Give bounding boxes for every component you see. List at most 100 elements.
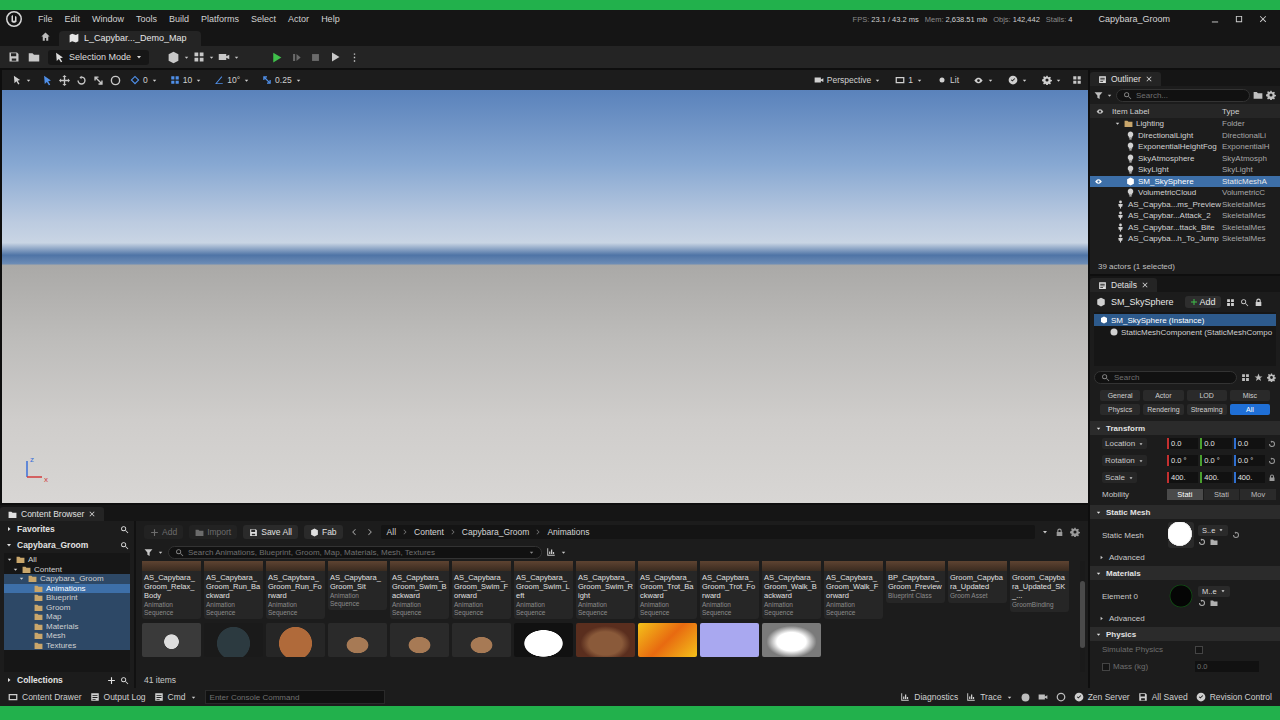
move-icon[interactable] bbox=[59, 75, 70, 86]
caret-icon[interactable] bbox=[560, 549, 567, 556]
menu-item[interactable]: Actor bbox=[282, 14, 315, 24]
forward-icon[interactable] bbox=[365, 527, 375, 537]
add-component-button[interactable]: Add bbox=[1185, 296, 1221, 308]
filter-icon[interactable] bbox=[144, 548, 153, 557]
material-thumbnail[interactable] bbox=[1168, 583, 1194, 609]
breadcrumb[interactable]: Capybara_Groom bbox=[462, 527, 530, 537]
asset-tile[interactable]: AS_Capybara_Groom_Run_ForwardAnimation S… bbox=[266, 561, 325, 619]
asset-thumbnail[interactable] bbox=[328, 623, 387, 657]
tree-item[interactable]: Textures bbox=[4, 641, 130, 651]
asset-thumbnail[interactable] bbox=[142, 623, 201, 657]
menu-item[interactable]: Build bbox=[163, 14, 195, 24]
advanced-toggle[interactable]: Advanced bbox=[1090, 612, 1280, 625]
transform-label[interactable]: Rotation bbox=[1102, 455, 1147, 466]
menu-item[interactable]: File bbox=[32, 14, 59, 24]
column-header[interactable]: Item Label bbox=[1106, 107, 1222, 116]
asset-thumbnail[interactable] bbox=[700, 623, 759, 657]
snap-button[interactable]: 10 bbox=[167, 74, 205, 86]
transform-label[interactable]: Location bbox=[1102, 438, 1147, 449]
asset-tile[interactable]: AS_Capybara_Groom_Relax_BodyAnimation Se… bbox=[142, 561, 201, 619]
more-icon[interactable] bbox=[349, 52, 360, 63]
viewport-scene[interactable]: zx bbox=[2, 90, 1088, 503]
add-actor-icon[interactable] bbox=[167, 51, 180, 64]
asset-tile[interactable]: Groom_Capybara_Updated_SK_...GroomBindin… bbox=[1010, 561, 1069, 612]
asset-thumbnail[interactable] bbox=[762, 623, 821, 657]
tree-item[interactable]: Capybara_Groom bbox=[4, 574, 130, 584]
transform-label[interactable]: Scale bbox=[1102, 472, 1137, 483]
menu-item[interactable]: Select bbox=[245, 14, 282, 24]
asset-thumbnail[interactable] bbox=[204, 623, 263, 657]
cinematics-icon[interactable] bbox=[218, 51, 230, 63]
lock-icon[interactable] bbox=[1268, 457, 1276, 465]
revision-control-button[interactable]: Revision Control bbox=[1196, 692, 1272, 702]
asset-tile[interactable]: AS_Capybara_Groom_Swim_ForwardAnimation … bbox=[452, 561, 511, 619]
project-header[interactable]: Capybara_Groom bbox=[0, 537, 134, 553]
category-button[interactable]: LOD bbox=[1187, 390, 1227, 401]
number-field[interactable]: 0.0 ° bbox=[1234, 455, 1265, 466]
number-field[interactable]: 400. bbox=[1200, 472, 1231, 483]
tree-item[interactable]: Content bbox=[4, 565, 130, 575]
caret-icon[interactable] bbox=[157, 549, 164, 556]
view-mode-button[interactable]: Lit bbox=[933, 74, 963, 86]
section-header[interactable]: Transform bbox=[1090, 421, 1280, 435]
browse-icon[interactable] bbox=[28, 51, 40, 63]
mobility-option[interactable]: Stati bbox=[1167, 489, 1203, 500]
reset-icon[interactable] bbox=[1232, 531, 1240, 539]
sort-icon[interactable] bbox=[546, 547, 556, 557]
expand-icon[interactable] bbox=[1114, 120, 1121, 127]
asset-tile[interactable]: AS_Capybara_Groom_Walk_BackwardAnimation… bbox=[762, 561, 821, 619]
outliner-row[interactable]: AS_Capybar...Attack_2SkeletalMes bbox=[1090, 210, 1280, 222]
outliner-row[interactable]: SkyAtmosphereSkyAtmosph bbox=[1090, 153, 1280, 165]
camera-speed-button[interactable]: 1 bbox=[891, 74, 927, 86]
diagnostics-button[interactable]: Diagnostics bbox=[900, 692, 958, 702]
category-button[interactable]: Physics bbox=[1100, 404, 1140, 415]
asset-tile[interactable]: AS_Capybara_Groom_Swim_LeftAnimation Seq… bbox=[514, 561, 573, 619]
browse-icon[interactable] bbox=[1210, 538, 1218, 546]
number-field[interactable]: 0.0 bbox=[1234, 438, 1265, 449]
scrollbar[interactable] bbox=[1080, 561, 1085, 672]
lock-icon[interactable] bbox=[1254, 298, 1263, 307]
unreal-logo-icon[interactable] bbox=[6, 11, 22, 27]
tree-item[interactable]: Materials bbox=[4, 622, 130, 632]
outliner-search[interactable]: Search... bbox=[1116, 89, 1250, 102]
breadcrumb[interactable]: Animations bbox=[547, 527, 589, 537]
toolbar-button[interactable]: Fab bbox=[304, 525, 343, 539]
mode-button[interactable]: Selection Mode bbox=[48, 50, 149, 65]
number-field[interactable]: 0.0 ° bbox=[1167, 455, 1198, 466]
viewport-menu[interactable] bbox=[8, 74, 36, 86]
column-header[interactable]: Type bbox=[1222, 107, 1276, 116]
tree-item[interactable]: All bbox=[4, 555, 130, 565]
section-header[interactable]: Static Mesh bbox=[1090, 505, 1280, 519]
asset-picker[interactable]: M..e bbox=[1198, 586, 1230, 597]
browse-icon[interactable] bbox=[1210, 599, 1218, 607]
favorites-header[interactable]: Favorites bbox=[0, 521, 134, 537]
snap-button[interactable]: 10° bbox=[211, 74, 253, 86]
content-drawer-button[interactable]: Content Drawer bbox=[8, 692, 82, 702]
category-button[interactable]: General bbox=[1100, 390, 1140, 401]
outliner-row[interactable]: VolumetricCloudVolumetricC bbox=[1090, 187, 1280, 199]
asset-thumbnail[interactable] bbox=[266, 623, 325, 657]
close-icon[interactable] bbox=[88, 510, 96, 518]
details-search[interactable]: Search bbox=[1094, 371, 1237, 384]
outliner-row[interactable]: SkyLightSkyLight bbox=[1090, 164, 1280, 176]
use-selected-icon[interactable] bbox=[1198, 538, 1206, 546]
close-icon[interactable] bbox=[1145, 75, 1153, 83]
outliner-row[interactable]: AS_Capyba...h_To_JumpSkeletalMes bbox=[1090, 233, 1280, 245]
layout-icon[interactable] bbox=[1072, 75, 1082, 85]
caret-icon[interactable] bbox=[183, 54, 190, 61]
asset-picker[interactable]: S..e bbox=[1198, 525, 1228, 536]
help-icon[interactable] bbox=[1240, 298, 1249, 307]
visibility-icon[interactable] bbox=[1094, 107, 1106, 116]
asset-tile[interactable]: AS_Capybara_Groom_SitAnimation Sequence bbox=[328, 561, 387, 610]
asset-thumbnail[interactable] bbox=[390, 623, 449, 657]
back-icon[interactable] bbox=[349, 527, 359, 537]
category-button[interactable]: Actor bbox=[1143, 390, 1183, 401]
number-field[interactable]: 0.0 bbox=[1167, 438, 1198, 449]
asset-tile[interactable]: AS_Capybara_Groom_Trot_BackwardAnimation… bbox=[638, 561, 697, 619]
component-row[interactable]: SM_SkySphere (Instance) bbox=[1094, 314, 1276, 326]
menu-item[interactable]: Edit bbox=[59, 14, 87, 24]
level-tab[interactable]: L_Capybar..._Demo_Map bbox=[59, 31, 201, 46]
category-button[interactable]: Misc bbox=[1230, 390, 1270, 401]
category-button[interactable]: All bbox=[1230, 404, 1270, 415]
network-icon[interactable] bbox=[1056, 692, 1066, 702]
